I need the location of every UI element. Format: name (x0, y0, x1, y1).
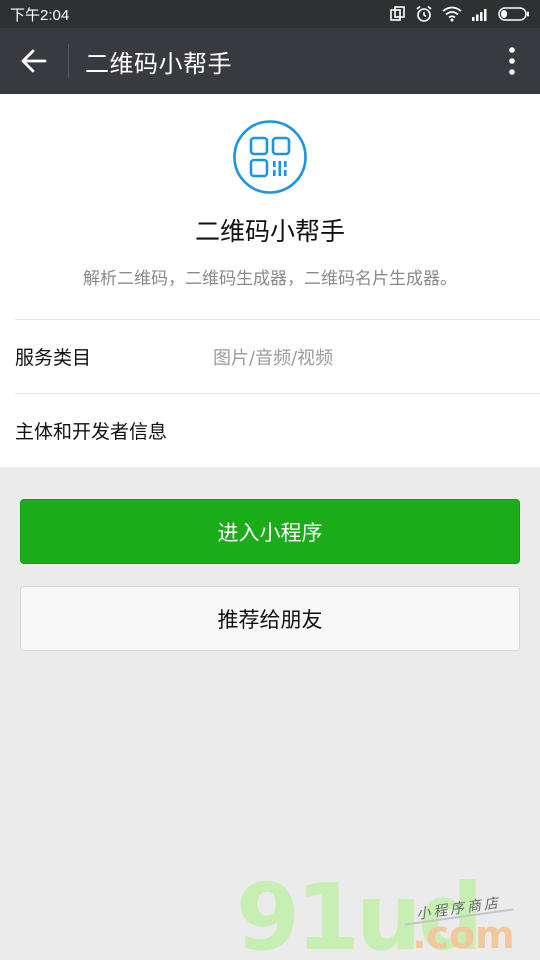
developer-info-row[interactable]: 主体和开发者信息 (15, 393, 540, 467)
enter-mini-program-button[interactable]: 进入小程序 (20, 499, 520, 564)
battery-icon (498, 7, 529, 21)
status-icons (390, 5, 530, 23)
profile-card: 二维码小帮手 解析二维码，二维码生成器，二维码名片生成器。 服务类目 图片/音频… (0, 94, 540, 467)
app-bar: 二维码小帮手 (0, 28, 540, 94)
status-time: 下午2:04 (10, 6, 70, 24)
app-bar-divider (68, 44, 69, 78)
more-vertical-icon (509, 47, 515, 75)
more-button[interactable] (484, 28, 540, 94)
wifi-icon (442, 6, 462, 22)
page-title: 二维码小帮手 (85, 49, 232, 78)
recommend-to-friend-button[interactable]: 推荐给朋友 (20, 586, 520, 651)
service-category-label: 服务类目 (15, 347, 92, 369)
developer-info-label: 主体和开发者信息 (15, 421, 168, 443)
service-category-value: 图片/音频/视频 (213, 347, 334, 369)
mini-program-profile-screen: 下午2:04 二维码小帮手 二维码小帮手 解析二维码，二维码生成器，二维码名片生… (0, 0, 540, 960)
mini-program-description: 解析二维码，二维码生成器，二维码名片生成器。 (83, 269, 457, 289)
qr-code-icon (233, 120, 307, 194)
watermark-domain: .com (412, 913, 515, 957)
service-category-row: 服务类目 图片/音频/视频 (15, 319, 540, 393)
alarm-clock-icon (416, 5, 432, 22)
back-button[interactable] (0, 28, 68, 94)
signal-icon (472, 9, 487, 21)
screen-cast-icon (390, 6, 405, 21)
watermark-logo: 91ud 小程序商店 .com (236, 872, 536, 960)
arrow-left-icon (21, 49, 47, 73)
status-bar: 下午2:04 (0, 0, 540, 28)
mini-program-name: 二维码小帮手 (194, 217, 345, 246)
